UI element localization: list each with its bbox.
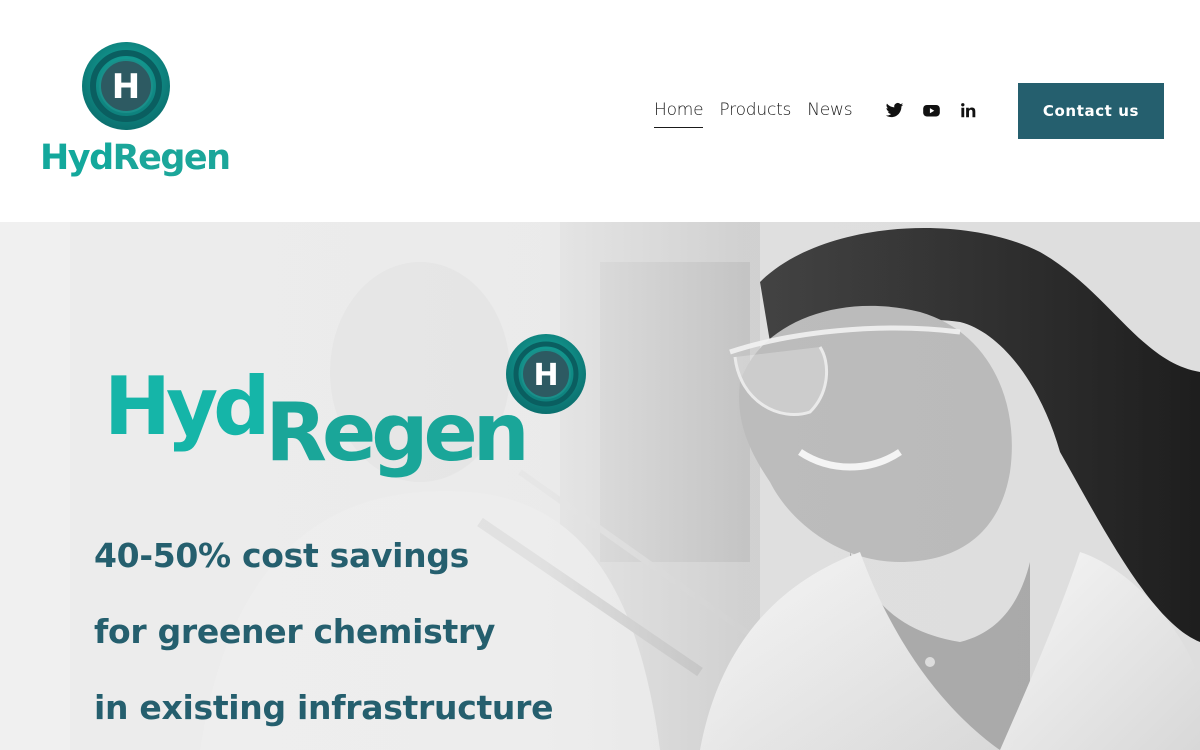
social-links [885, 101, 978, 120]
twitter-icon[interactable] [885, 101, 904, 120]
logo-word-hyd: Hyd [40, 138, 114, 178]
tagline-line-1: 40-50% cost savings [94, 536, 470, 575]
hero-word-regen: Regen [265, 386, 529, 479]
main-nav: Home Products News [654, 98, 853, 128]
hero-word-hyd: Hyd [104, 360, 270, 453]
youtube-icon[interactable] [922, 101, 941, 120]
tagline-line-3: in existing infrastructure [94, 688, 554, 727]
nav-item-products[interactable]: Products [719, 98, 791, 128]
site-logo[interactable]: H HydRegen [40, 40, 231, 185]
nav-item-home[interactable]: Home [654, 98, 704, 128]
hydregen-badge-icon: H [506, 334, 586, 414]
hero-tagline: 40-50% cost savings for greener chemistr… [94, 518, 553, 746]
hydregen-badge-icon: H [82, 42, 170, 130]
site-header: H HydRegen Home Products News Contact us [0, 0, 1200, 222]
nav-item-news[interactable]: News [807, 98, 852, 128]
logo-badge-letter: H [112, 67, 140, 107]
tagline-line-2: for greener chemistry [94, 612, 496, 651]
hero-section: HydRegen H 40-50% cost savings for green… [0, 222, 1200, 750]
logo-wordmark: HydRegen [40, 136, 231, 180]
hero-wordmark: HydRegen [104, 352, 530, 479]
logo-word-regen: Regen [112, 138, 231, 178]
contact-us-button[interactable]: Contact us [1018, 83, 1164, 139]
linkedin-icon[interactable] [959, 101, 978, 120]
hero-badge-letter: H [533, 358, 558, 393]
hero-logo: HydRegen H [104, 332, 594, 482]
